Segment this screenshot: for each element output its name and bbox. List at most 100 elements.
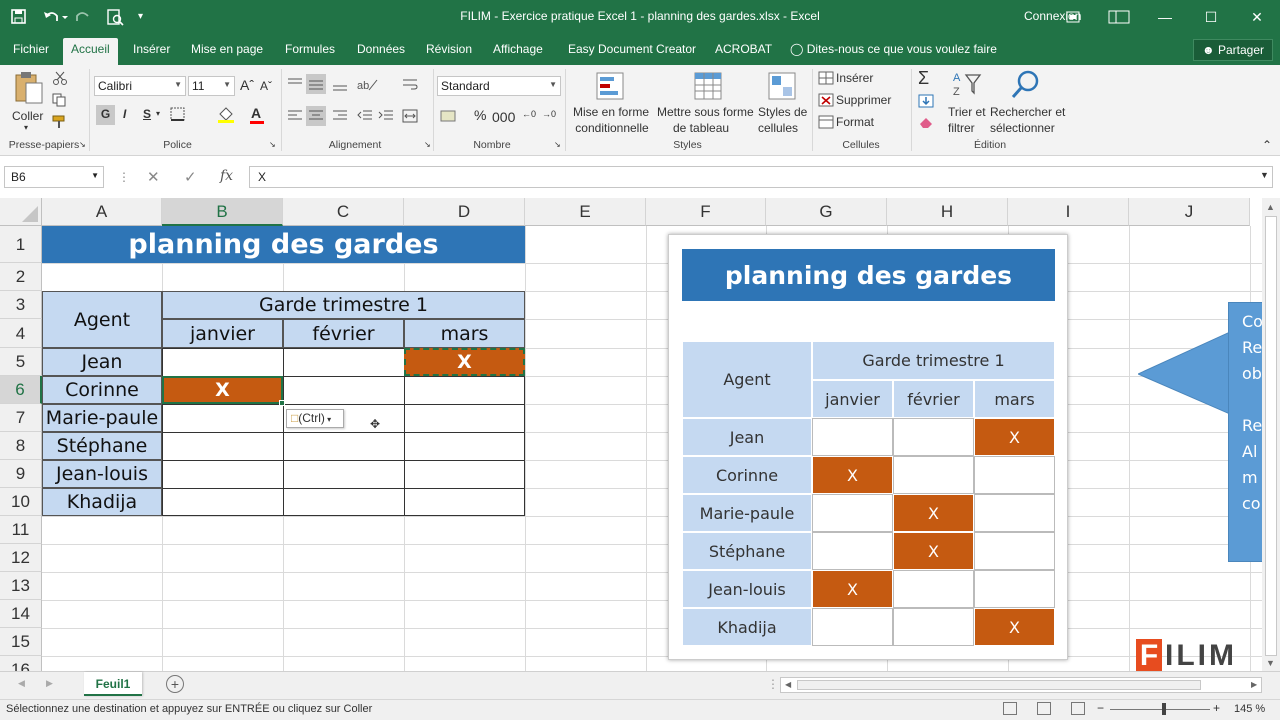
agent-cell[interactable]: Jean-louis [42,460,162,488]
font-size-combo[interactable]: 11 ▼ [188,76,235,96]
cancel-entry-icon[interactable]: ✕ [147,168,160,186]
page-break-view-icon[interactable] [1071,702,1085,715]
zoom-in-icon[interactable]: + [1213,701,1220,715]
tell-me-box[interactable]: ◯ Dites-nous ce que vous voulez faire [790,42,997,56]
align-bottom-icon[interactable] [332,77,348,91]
row-header-12[interactable]: 12 [0,544,42,572]
row-header-1[interactable]: 1 [0,226,42,263]
increase-indent-icon[interactable] [378,109,394,123]
clear-icon[interactable] [918,115,934,129]
column-header-j[interactable]: J [1129,198,1250,226]
agent-cell[interactable]: Khadija [42,488,162,516]
underline-button[interactable]: S [143,107,151,121]
increase-decimal-icon[interactable]: ←0 [522,109,536,119]
accounting-format-icon[interactable] [440,109,456,123]
mark-cell-jean-mars[interactable]: X [404,348,525,376]
month-header-janvier[interactable]: janvier [162,319,283,348]
find-select-button[interactable]: Rechercher et [990,105,1065,119]
column-header-d[interactable]: D [404,198,525,226]
paste-dropdown-icon[interactable]: ▾ [24,123,28,132]
wrap-text-icon[interactable] [402,77,418,91]
row-header-5[interactable]: 5 [0,348,42,376]
row-header-9[interactable]: 9 [0,460,42,488]
restore-pane-icon[interactable] [1096,0,1142,34]
scroll-up-icon[interactable]: ▲ [1266,202,1275,212]
tab-easy-document-creator[interactable]: Easy Document Creator [568,42,696,56]
decrease-decimal-icon[interactable]: →0 [542,109,556,119]
tab-accueil[interactable]: Accueil [63,38,118,65]
alignment-launcher-icon[interactable]: ↘ [424,140,431,149]
conditional-format-button[interactable]: Mise en forme [572,105,650,119]
column-header-a[interactable]: A [42,198,162,226]
font-name-combo[interactable]: Calibri ▼ [94,76,186,96]
tab-splitter-icon[interactable]: ⋮ [767,677,779,691]
tab-affichage[interactable]: Affichage [493,42,543,56]
align-right-icon[interactable] [332,109,348,123]
month-header-fevrier[interactable]: février [283,319,404,348]
agent-cell[interactable]: Corinne [42,376,162,404]
column-header-c[interactable]: C [283,198,404,226]
italic-button[interactable]: I [123,107,126,121]
column-header-e[interactable]: E [525,198,646,226]
clipboard-launcher-icon[interactable]: ↘ [79,140,86,149]
number-launcher-icon[interactable]: ↘ [554,140,561,149]
horizontal-scrollbar[interactable]: ◀ ▶ [780,677,1262,693]
share-button[interactable]: ☻ Partager [1193,39,1273,61]
format-as-table-button[interactable]: Mettre sous forme [657,105,754,119]
embedded-image[interactable]: planning des gardes Agent Garde trimestr… [668,234,1068,660]
agent-cell[interactable]: Stéphane [42,432,162,460]
tab-fichier[interactable]: Fichier [13,42,49,56]
row-header-14[interactable]: 14 [0,600,42,628]
column-header-h[interactable]: H [887,198,1008,226]
align-center-icon[interactable] [306,106,326,126]
align-middle-icon[interactable] [306,74,326,94]
underline-dropdown-icon[interactable]: ▾ [156,109,160,118]
number-format-combo[interactable]: Standard ▼ [437,76,561,96]
fill-handle[interactable] [279,400,285,406]
sheet-title[interactable]: planning des gardes [42,226,525,263]
tab-mise-en-page[interactable]: Mise en page [191,42,263,56]
copy-icon[interactable] [52,93,68,107]
fill-down-icon[interactable] [918,94,934,108]
scroll-right-icon[interactable]: ▶ [1251,680,1257,689]
page-layout-view-icon[interactable] [1037,702,1051,715]
percent-icon[interactable]: % [474,107,486,123]
zoom-out-icon[interactable]: − [1097,701,1104,715]
prev-sheet-icon[interactable]: ◀ [18,678,25,689]
agent-header-cell[interactable]: Agent [42,291,162,348]
column-header-b[interactable]: B [162,198,283,226]
row-header-13[interactable]: 13 [0,572,42,600]
agent-cell[interactable]: Jean [42,348,162,376]
tab-donnees[interactable]: Données [357,42,405,56]
formula-input[interactable]: X [249,166,1273,188]
collapse-ribbon-icon[interactable]: ⌃ [1262,138,1272,152]
paste-button[interactable]: Coller ▾ [10,71,48,132]
expand-formula-icon[interactable]: ▼ [1260,170,1269,180]
confirm-entry-icon[interactable]: ✓ [184,168,197,186]
worksheet-grid[interactable]: A B C D E F G H I J 1 2 3 4 5 6 7 8 9 10… [0,198,1262,671]
scroll-left-icon[interactable]: ◀ [785,680,791,689]
fill-color-icon[interactable] [217,106,234,123]
delete-cells-button[interactable]: Supprimer [836,93,891,107]
cell-styles-button[interactable]: Styles de [758,105,807,119]
callout-shape[interactable]: Co Re ob Re Al m co [1138,302,1262,562]
next-sheet-icon[interactable]: ▶ [46,678,53,689]
insert-function-icon[interactable]: fx [220,168,233,184]
month-header-mars[interactable]: mars [404,319,525,348]
align-left-icon[interactable] [287,109,303,123]
add-sheet-icon[interactable]: + [166,675,184,693]
row-header-7[interactable]: 7 [0,404,42,432]
row-header-8[interactable]: 8 [0,432,42,460]
bold-button[interactable]: G [96,105,115,125]
vertical-scrollbar[interactable]: ▲ ▼ [1262,198,1280,671]
select-all-button[interactable] [0,198,42,226]
increase-font-icon[interactable]: Aˆ [240,77,254,93]
selected-cell-b6[interactable]: X [162,376,283,404]
cut-icon[interactable] [52,71,68,85]
row-header-15[interactable]: 15 [0,628,42,656]
row-header-2[interactable]: 2 [0,263,42,291]
row-header-6[interactable]: 6 [0,376,42,404]
tab-formules[interactable]: Formules [285,42,335,56]
decrease-font-icon[interactable]: Aˇ [260,79,272,93]
ribbon-display-icon[interactable] [1050,0,1096,34]
